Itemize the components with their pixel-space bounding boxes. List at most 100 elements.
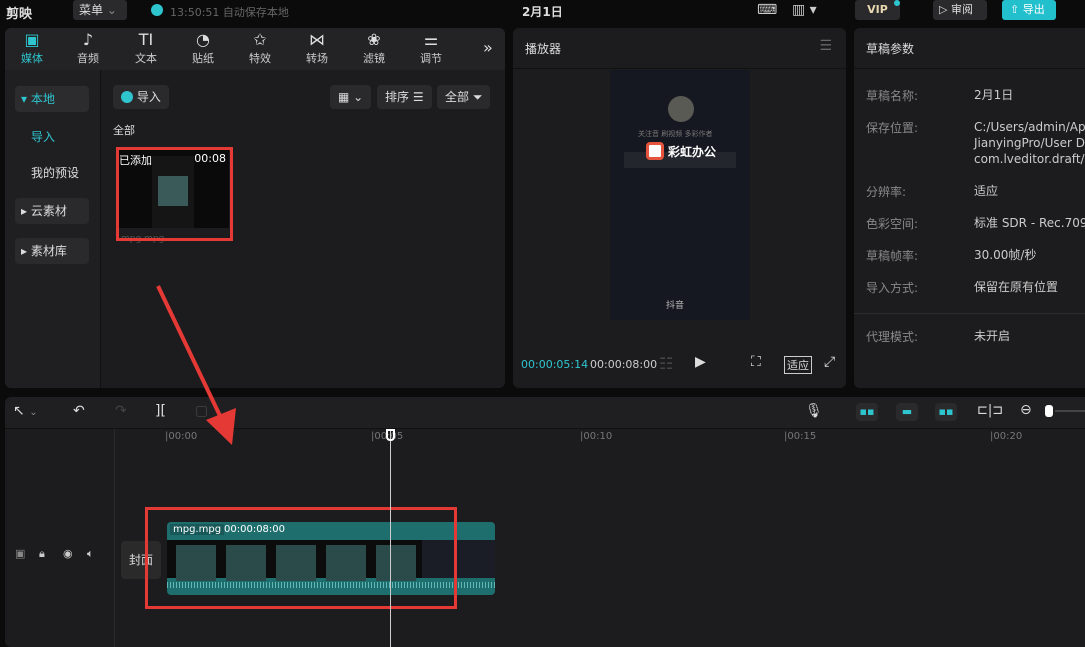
sidebar-item-import[interactable]: 导入 <box>15 124 89 150</box>
tab-filter[interactable]: ❀ 滤镜 <box>349 30 399 66</box>
track-header-area: ▣ 🔒︎ ◉ 🔈︎ <box>5 429 115 647</box>
eye-icon[interactable]: ◉ <box>63 547 73 560</box>
platform-watermark: 抖音 <box>666 301 685 311</box>
param-value: 适应 <box>974 184 999 198</box>
divider <box>854 313 1085 314</box>
tab-adjust[interactable]: ⚌ 调节 <box>406 30 456 66</box>
zoom-fit-icon[interactable]: ⛶ <box>751 354 761 370</box>
draft-params-panel: 草稿参数 草稿名称: 2月1日 保存位置: C:/Users/admin/Ap Ji… <box>854 28 1085 388</box>
playhead-handle[interactable] <box>386 429 395 441</box>
filter-button[interactable]: 全部 ⏷ <box>437 85 491 109</box>
menu-button[interactable]: 菜单 ⌄ <box>73 0 127 20</box>
link-icon[interactable]: ▪▪ <box>935 403 957 421</box>
sidebar-item-library[interactable]: ▸ 素材库 <box>15 238 89 264</box>
tick-label: |00:10 <box>580 431 613 442</box>
main-track-magnet-icon[interactable]: ▪▪ <box>856 403 878 421</box>
param-value: 未开启 <box>974 329 1011 343</box>
param-label: 保存位置: <box>866 121 919 135</box>
sort-button[interactable]: 排序 ☰ <box>377 85 432 109</box>
sidebar-item-presets[interactable]: 我的预设 <box>15 160 89 186</box>
avatar <box>668 96 694 122</box>
ratio-button[interactable]: 适应 <box>784 356 812 374</box>
tab-text[interactable]: TI 文本 <box>121 30 171 66</box>
player-title: 播放器 <box>525 42 562 56</box>
shortcut-icon[interactable]: ⌨ <box>757 2 777 18</box>
param-value: 30.00帧/秒 <box>974 248 1037 262</box>
annotation-box <box>145 507 457 609</box>
tab-effects[interactable]: ✩ 特效 <box>235 30 285 66</box>
title-bar: 剪映 菜单 ⌄ 13:50:51 自动保存本地 2月1日 ⌨ ▥ ▾ VIP ▷… <box>0 0 1085 24</box>
param-value: C:/Users/admin/Ap JianyingPro/User D com… <box>974 120 1085 166</box>
tab-transition[interactable]: ⋈ 转场 <box>292 30 342 66</box>
arrow-shaft <box>156 285 224 421</box>
export-button[interactable]: ⇧ 导出 <box>1002 0 1056 20</box>
preview-axis-icon[interactable]: ⊏|⊐ <box>977 403 1003 418</box>
video-preview[interactable]: 关注音 刷视频 多彩作者 彩虹办公 抖音 <box>610 70 750 320</box>
tab-label: 贴纸 <box>192 52 214 65</box>
media-tabs: ▣ 媒体 ♪ 音频 TI 文本 ◔ 贴纸 ✩ 特效 ⋈ 转场 ❀ 滤镜 ⚌ 调节 » <box>5 28 505 70</box>
more-tabs-icon[interactable]: » <box>483 38 493 57</box>
project-title: 2月1日 <box>522 5 563 19</box>
chevron-down-icon: ⌄ <box>106 3 117 17</box>
lock-icon[interactable]: 🔒︎ <box>39 547 45 561</box>
sort-icon: ☰ <box>412 90 424 104</box>
fullscreen-icon[interactable]: ⤢ <box>824 354 835 370</box>
tab-label: 特效 <box>249 52 271 65</box>
param-label: 色彩空间: <box>866 217 919 231</box>
tab-audio[interactable]: ♪ 音频 <box>63 30 113 66</box>
total-time: 00:00:08:00 <box>590 358 658 371</box>
zoom-out-icon[interactable]: ⊖ <box>1020 402 1032 418</box>
transition-icon: ⋈ <box>309 30 325 49</box>
tab-label: 媒体 <box>21 52 43 65</box>
param-label: 草稿帧率: <box>866 249 919 263</box>
layout-icon[interactable]: ▥ ▾ <box>792 2 817 18</box>
brand-logo-icon <box>646 142 664 160</box>
microphone-icon[interactable]: 🎙 <box>805 403 823 419</box>
grid-icon: ▦ ⌄ <box>338 90 364 104</box>
tab-media[interactable]: ▣ 媒体 <box>7 30 57 66</box>
tab-sticker[interactable]: ◔ 贴纸 <box>178 30 228 66</box>
effects-icon: ✩ <box>253 30 267 49</box>
current-time: 00:00:05:14 <box>521 358 589 371</box>
param-label: 分辨率: <box>866 185 907 199</box>
annotation-arrow <box>156 285 236 445</box>
filter-icon: ⏷ <box>472 90 483 104</box>
media-panel: ▣ 媒体 ♪ 音频 TI 文本 ◔ 贴纸 ✩ 特效 ⋈ 转场 ❀ 滤镜 ⚌ 调节 » ▾ 本地 … <box>5 28 505 388</box>
view-toggle-button[interactable]: ▦ ⌄ <box>330 85 372 109</box>
plus-icon <box>121 91 133 103</box>
select-tool-icon[interactable]: ↖ ⌄ <box>13 403 38 419</box>
player-panel: 播放器 ☰ 关注音 刷视频 多彩作者 彩虹办公 抖音 00:00:05:14 0… <box>513 28 846 388</box>
volume-icon[interactable]: 🔈︎ <box>87 547 94 561</box>
param-label: 导入方式: <box>866 281 919 295</box>
section-title: 全部 <box>113 124 135 137</box>
sort-label: 排序 <box>385 90 410 104</box>
menu-icon[interactable]: ☰ <box>819 38 832 54</box>
tick-label: |00:15 <box>784 431 817 442</box>
sidebar-item-local[interactable]: ▾ 本地 <box>15 86 89 112</box>
track-video-icon: ▣ <box>15 547 26 560</box>
timeline-view-icon[interactable]: ☷ <box>659 354 673 373</box>
autosave-status: 13:50:51 自动保存本地 <box>170 6 289 19</box>
zoom-slider-track[interactable] <box>1055 410 1085 412</box>
tab-label: 转场 <box>306 52 328 65</box>
notification-dot <box>894 0 900 6</box>
app-logo: 剪映 <box>6 7 33 22</box>
redo-icon[interactable]: ↷ <box>115 403 127 419</box>
review-button[interactable]: ▷ 审阅 <box>933 0 987 20</box>
tab-label: 滤镜 <box>363 52 385 65</box>
undo-icon[interactable]: ↶ <box>73 403 85 419</box>
param-label: 代理模式: <box>866 330 919 344</box>
import-label: 导入 <box>136 90 161 104</box>
play-icon[interactable]: ▶ <box>695 354 706 370</box>
import-button[interactable]: 导入 <box>113 85 169 109</box>
sticker-icon: ◔ <box>196 30 210 49</box>
zoom-slider-handle[interactable] <box>1045 405 1053 417</box>
media-sidebar: ▾ 本地 导入 我的预设 ▸ 云素材 ▸ 素材库 <box>5 70 101 388</box>
sidebar-item-cloud[interactable]: ▸ 云素材 <box>15 198 89 224</box>
tab-label: 调节 <box>420 52 442 65</box>
media-icon: ▣ <box>24 30 40 49</box>
auto-snap-icon[interactable]: ▬ <box>896 403 918 421</box>
video-caption: 关注音 刷视频 多彩作者 <box>638 130 713 138</box>
playhead[interactable] <box>390 431 391 647</box>
param-value: 保留在原有位置 <box>974 280 1059 294</box>
